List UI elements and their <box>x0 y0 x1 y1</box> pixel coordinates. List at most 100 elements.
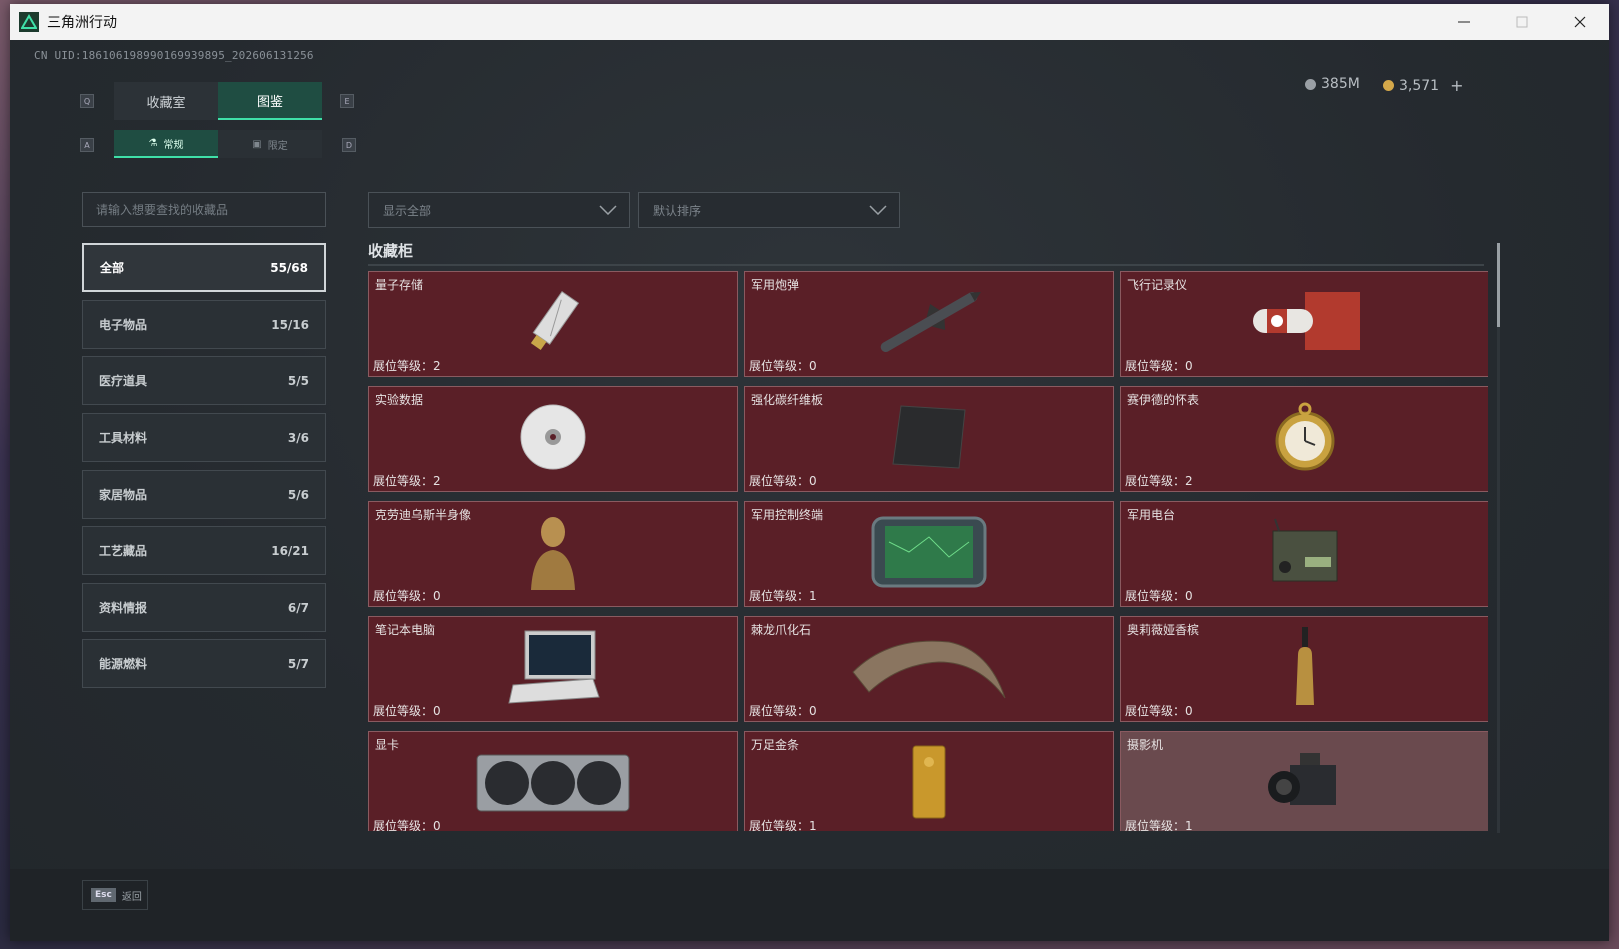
item-level: 展位等级：0 <box>373 589 441 603</box>
item-card[interactable]: 棘龙爪化石 展位等级：0 <box>744 616 1114 722</box>
minimize-button[interactable] <box>1435 4 1493 40</box>
category-medical[interactable]: 医疗道具 5/5 <box>82 356 326 405</box>
category-count: 16/21 <box>271 543 309 558</box>
app-window: 三角洲行动 CN UID:1861061989901699398​95_2026… <box>10 4 1609 941</box>
item-card[interactable]: 军用炮弹 展位等级：0 <box>744 271 1114 377</box>
item-name: 强化碳纤维板 <box>751 393 824 407</box>
bust-icon <box>523 512 583 596</box>
graphics-card-icon <box>473 747 633 821</box>
sort-dropdown[interactable]: 默认排序 <box>638 192 900 228</box>
app-logo-icon <box>19 12 39 32</box>
item-level: 展位等级：0 <box>373 819 441 831</box>
item-card[interactable]: 实验数据 展位等级：2 <box>368 386 738 492</box>
item-level: 展位等级：0 <box>1125 359 1193 373</box>
category-count: 55/68 <box>270 260 308 275</box>
category-label: 全部 <box>100 261 125 275</box>
item-card[interactable]: 量子存储 展位等级：2 <box>368 271 738 377</box>
category-count: 3/6 <box>287 430 309 445</box>
item-card[interactable]: 飞行记录仪 展位等级：0 <box>1120 271 1488 377</box>
limited-icon: ▣ <box>252 138 262 150</box>
close-button[interactable] <box>1551 4 1609 40</box>
silver-coin-icon <box>1305 78 1316 90</box>
carbon-plate-icon <box>889 402 969 476</box>
item-card[interactable]: 强化碳纤维板 展位等级：0 <box>744 386 1114 492</box>
item-level: 展位等级：0 <box>1125 589 1193 603</box>
category-intel[interactable]: 资料情报 6/7 <box>82 583 326 632</box>
item-card[interactable]: 军用控制终端 展位等级：1 <box>744 501 1114 607</box>
item-level: 展位等级：0 <box>749 704 817 718</box>
key-hint-e: E <box>340 94 354 108</box>
gold-currency: 3,571 + <box>1383 76 1464 95</box>
subtab-regular-label: 常规 <box>163 139 184 151</box>
camera-icon <box>1260 747 1350 821</box>
category-electronics[interactable]: 电子物品 15/16 <box>82 300 326 349</box>
item-card[interactable]: 军用电台 展位等级：0 <box>1120 501 1488 607</box>
item-name: 军用控制终端 <box>751 508 824 522</box>
minimize-icon <box>1458 21 1470 23</box>
maximize-button[interactable] <box>1493 4 1551 40</box>
champagne-icon <box>1290 625 1320 713</box>
tab-catalog[interactable]: 图鉴 <box>218 82 322 120</box>
usb-drive-icon <box>523 287 583 361</box>
item-card[interactable]: 克劳迪乌斯半身像 展位等级：0 <box>368 501 738 607</box>
category-household[interactable]: 家居物品 5/6 <box>82 470 326 519</box>
item-name: 军用电台 <box>1127 508 1176 522</box>
disc-icon <box>518 402 588 476</box>
item-card[interactable]: 显卡 展位等级：0 <box>368 731 738 831</box>
item-card[interactable]: 摄影机 展位等级：1 <box>1120 731 1488 831</box>
silver-amount: 385M <box>1321 76 1360 92</box>
item-card[interactable]: 赛伊德的怀表 展位等级：2 <box>1120 386 1488 492</box>
item-name: 量子存储 <box>375 278 424 292</box>
filter-dropdown[interactable]: 显示全部 <box>368 192 630 228</box>
filter-value: 显示全部 <box>383 203 432 218</box>
control-terminal-icon <box>869 512 989 596</box>
item-card[interactable]: 奥莉薇娅香槟 展位等级：0 <box>1120 616 1488 722</box>
item-name: 摄影机 <box>1127 738 1164 752</box>
item-level: 展位等级：1 <box>749 819 817 831</box>
search-input[interactable]: 请输入想要查找的收藏品 <box>82 192 326 227</box>
grid-scrollbar[interactable] <box>1497 243 1500 833</box>
category-tools[interactable]: 工具材料 3/6 <box>82 413 326 462</box>
category-crafts[interactable]: 工艺藏品 16/21 <box>82 526 326 575</box>
item-level: 展位等级：2 <box>373 474 441 488</box>
category-count: 6/7 <box>287 600 309 615</box>
category-energy[interactable]: 能源燃料 5/7 <box>82 639 326 688</box>
item-name: 笔记本电脑 <box>375 623 436 637</box>
item-name: 赛伊德的怀表 <box>1127 393 1200 407</box>
item-name: 奥莉薇娅香槟 <box>1127 623 1200 637</box>
item-name: 万足金条 <box>751 738 800 752</box>
item-name: 军用炮弹 <box>751 278 800 292</box>
sort-value: 默认排序 <box>653 203 702 218</box>
bottom-bar: Esc 返回 <box>10 869 1609 941</box>
key-hint-d: D <box>342 138 356 152</box>
add-currency-button[interactable]: + <box>1450 76 1463 95</box>
title-bar: 三角洲行动 <box>10 4 1609 40</box>
scrollbar-thumb[interactable] <box>1497 243 1500 327</box>
category-label: 资料情报 <box>99 601 148 615</box>
item-card[interactable]: 笔记本电脑 展位等级：0 <box>368 616 738 722</box>
item-name: 棘龙爪化石 <box>751 623 812 637</box>
category-all[interactable]: 全部 55/68 <box>82 243 326 292</box>
tab-collection-room[interactable]: 收藏室 <box>114 82 218 120</box>
category-label: 工艺藏品 <box>99 544 148 558</box>
item-name: 飞行记录仪 <box>1127 278 1188 292</box>
uid-label: CN UID:1861061989901699398​95_2026061312… <box>34 49 314 62</box>
category-label: 电子物品 <box>99 318 148 332</box>
subtab-regular[interactable]: ⚗ 常规 <box>114 130 218 158</box>
category-count: 5/5 <box>287 373 309 388</box>
window-title: 三角洲行动 <box>47 15 117 31</box>
gold-coin-icon <box>1383 80 1394 91</box>
esc-key-hint: Esc <box>91 888 116 902</box>
item-card[interactable]: 万足金条 展位等级：1 <box>744 731 1114 831</box>
item-level: 展位等级：2 <box>373 359 441 373</box>
section-title: 收藏柜 <box>368 242 414 260</box>
item-level: 展位等级：0 <box>1125 704 1193 718</box>
back-button[interactable]: Esc 返回 <box>82 880 148 910</box>
item-level: 展位等级：0 <box>373 704 441 718</box>
section-divider <box>368 264 1484 266</box>
back-label: 返回 <box>121 891 142 903</box>
category-count: 5/6 <box>287 487 309 502</box>
flask-icon: ⚗ <box>148 137 158 149</box>
subtab-limited[interactable]: ▣ 限定 <box>218 130 322 158</box>
main-content: CN UID:1861061989901699398​95_2026061312… <box>10 40 1609 941</box>
